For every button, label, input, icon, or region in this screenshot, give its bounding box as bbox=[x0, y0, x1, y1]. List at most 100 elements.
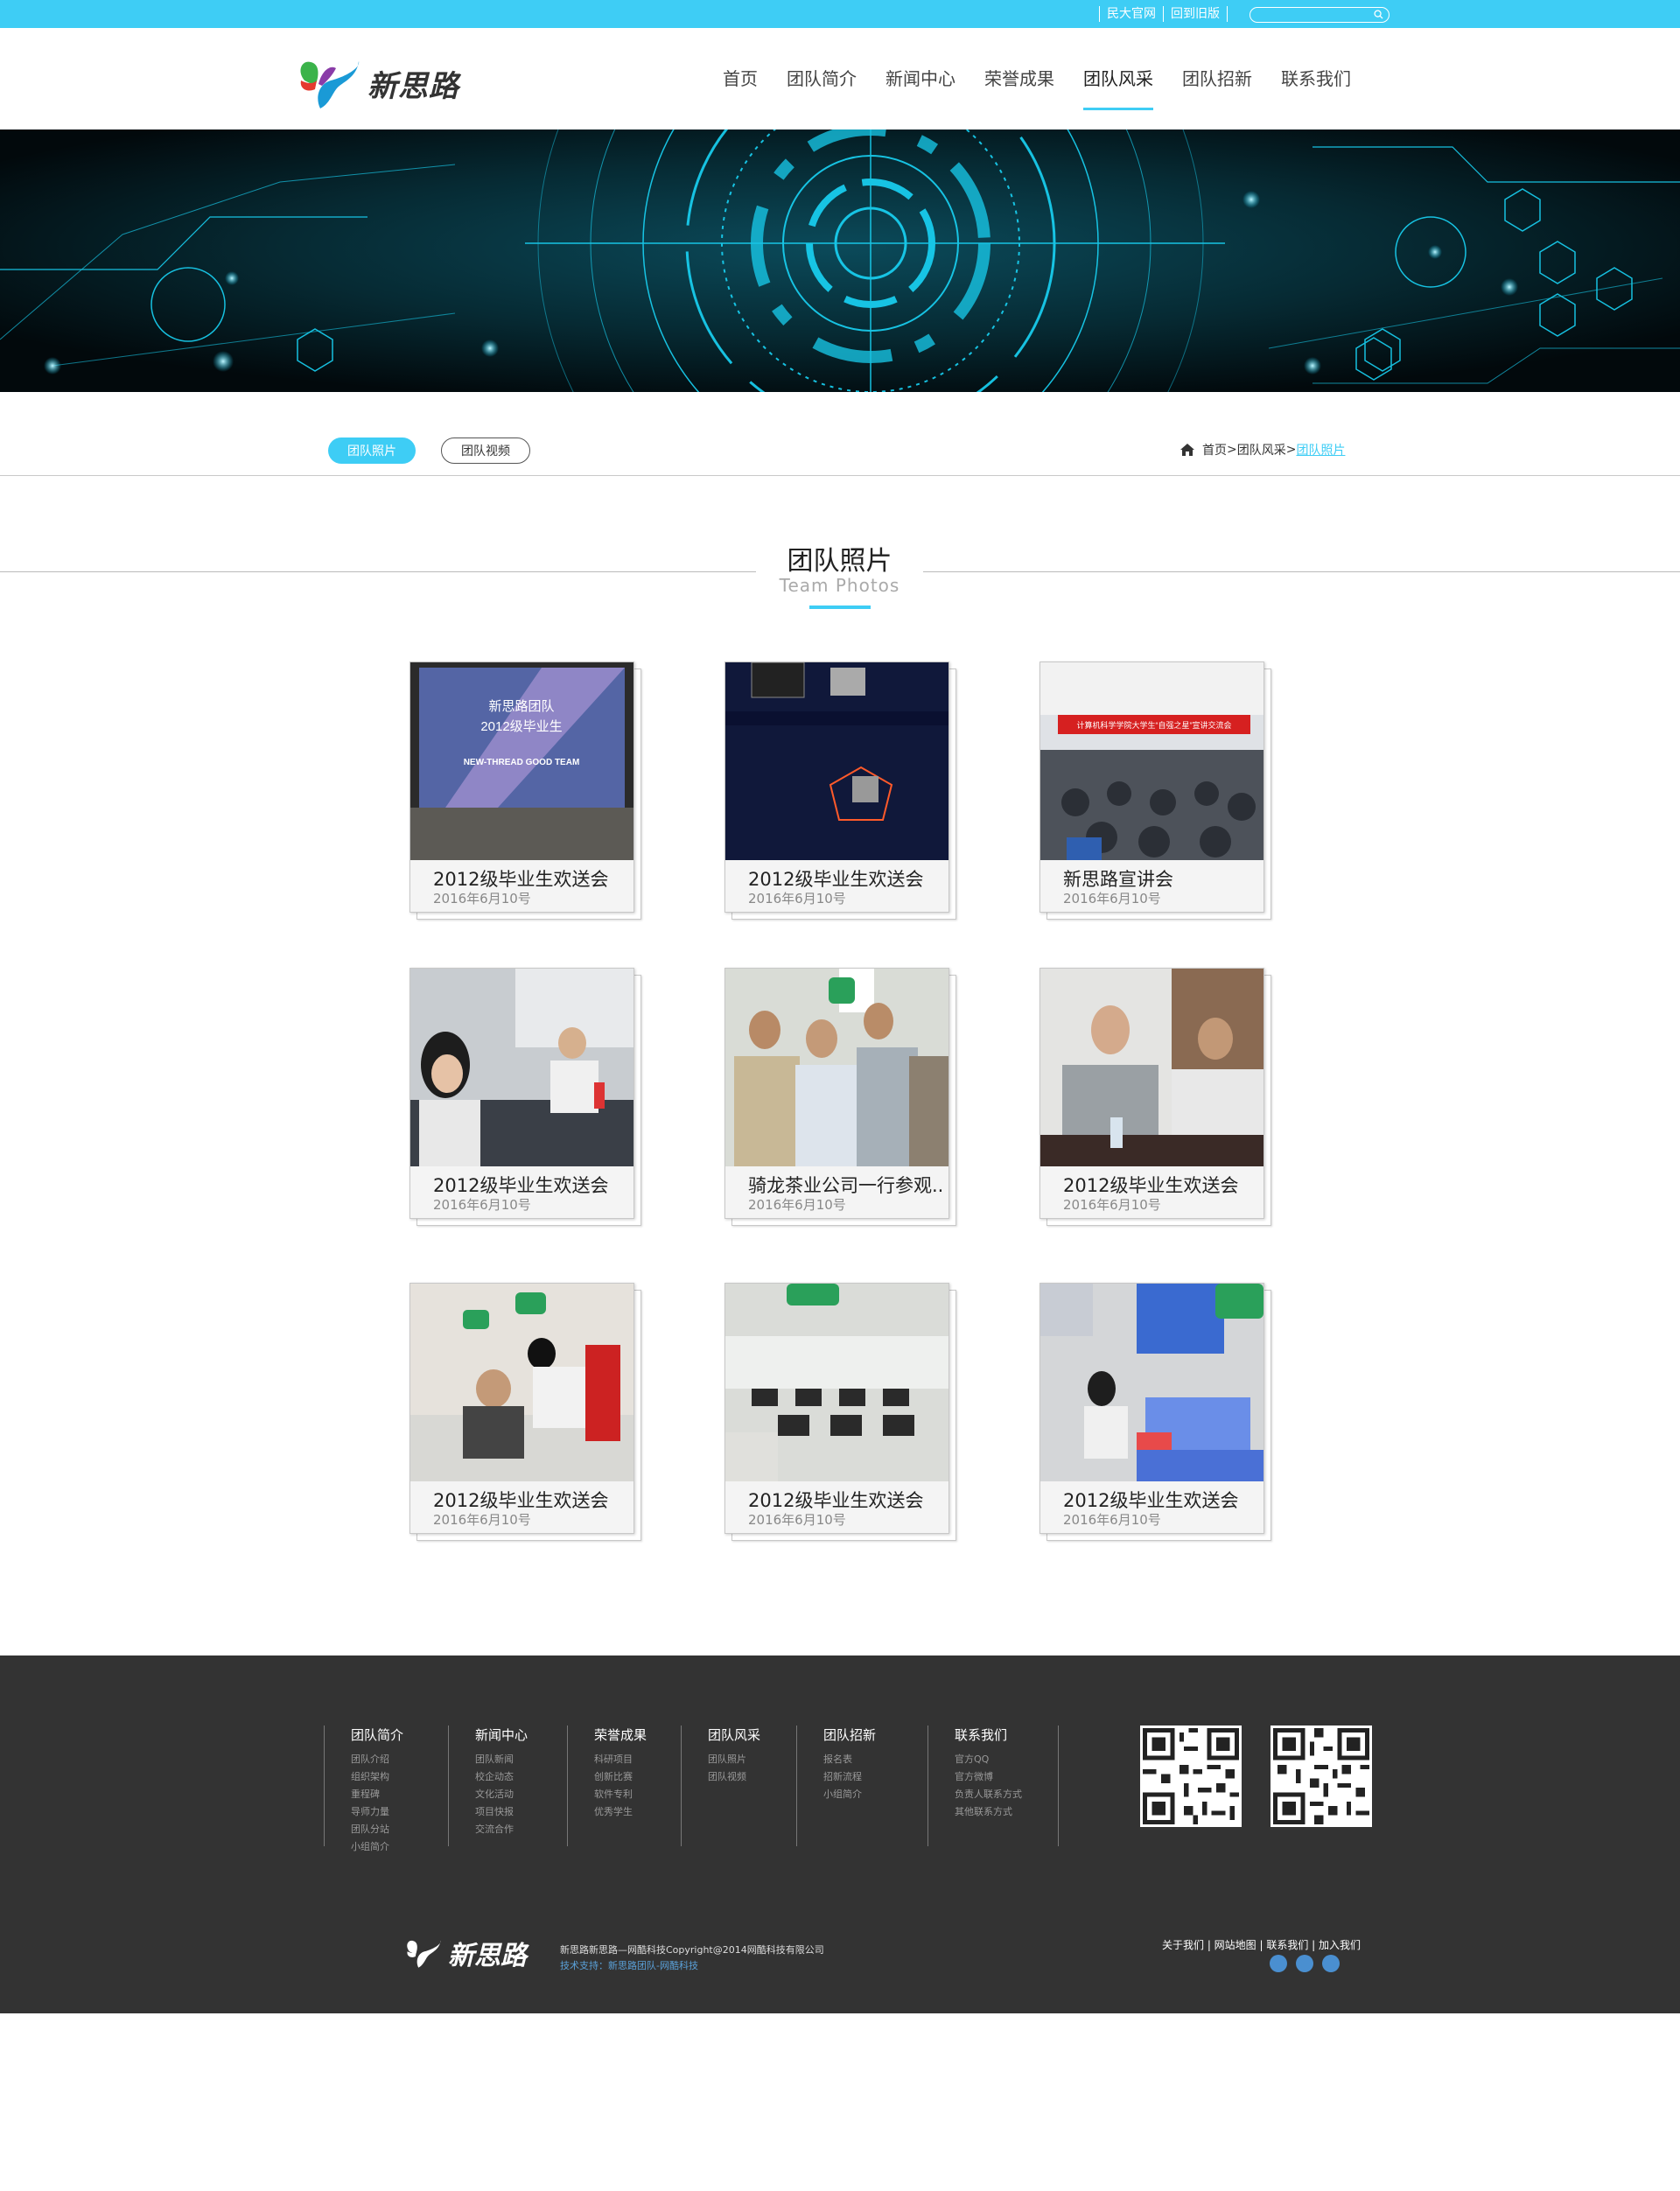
footer-logo[interactable]: 新思路 bbox=[404, 1934, 527, 1972]
social-icons bbox=[1270, 1955, 1340, 1972]
footer-link[interactable]: 软件专利 bbox=[594, 1786, 681, 1803]
search-icon[interactable] bbox=[1374, 10, 1383, 19]
photo-image[interactable] bbox=[1040, 969, 1264, 1166]
footer-link[interactable]: 招新流程 bbox=[823, 1768, 928, 1786]
footer-link[interactable]: 其他联系方式 bbox=[955, 1803, 1058, 1821]
photo-image[interactable]: 新思路团队 2012级毕业生 NEW-THREAD GOOD TEAM bbox=[410, 662, 634, 860]
photo-image[interactable] bbox=[725, 1284, 948, 1481]
footer-link[interactable]: 官方QQ bbox=[955, 1751, 1058, 1768]
footer-link[interactable]: 重程碑 bbox=[351, 1786, 448, 1803]
divider bbox=[923, 571, 1680, 572]
card-front: 计算机科学学院大学生“自强之星”宣讲交流会 新思路宣讲会 2016年6月10号 bbox=[1040, 662, 1264, 913]
photo-date: 2016年6月10号 bbox=[433, 891, 531, 906]
photo-image[interactable]: 计算机科学学院大学生“自强之星”宣讲交流会 bbox=[1040, 662, 1264, 860]
nav-news[interactable]: 新闻中心 bbox=[886, 28, 956, 130]
photo-card[interactable]: 2012级毕业生欢送会 2016年6月10号 bbox=[724, 662, 956, 920]
top-links: 民大官网 回到旧版 bbox=[1099, 0, 1242, 28]
nav-recruit[interactable]: 团队招新 bbox=[1182, 28, 1252, 130]
footer-column-title[interactable]: 新闻中心 bbox=[475, 1726, 567, 1744]
slide-line-2: 2012级毕业生 bbox=[480, 719, 562, 734]
footer-link[interactable]: 官方微博 bbox=[955, 1768, 1058, 1786]
footer-link[interactable]: 小组简介 bbox=[823, 1786, 928, 1803]
footer-link[interactable]: 文化活动 bbox=[475, 1786, 567, 1803]
footer-link[interactable]: 负责人联系方式 bbox=[955, 1786, 1058, 1803]
footer-link[interactable]: 小组简介 bbox=[351, 1838, 448, 1856]
photo-card[interactable]: 骑龙茶业公司一行参观.. 2016年6月10号 bbox=[724, 968, 956, 1226]
photo-card[interactable]: 2012级毕业生欢送会 2016年6月10号 bbox=[1040, 968, 1271, 1226]
nav-honors[interactable]: 荣誉成果 bbox=[984, 28, 1054, 130]
footer-link[interactable]: 校企动态 bbox=[475, 1768, 567, 1786]
footer-link[interactable]: 团队新闻 bbox=[475, 1751, 567, 1768]
photo-card[interactable]: 2012级毕业生欢送会 2016年6月10号 bbox=[724, 1283, 956, 1541]
search-box[interactable] bbox=[1250, 7, 1390, 25]
photo-image[interactable] bbox=[410, 969, 634, 1166]
photo-card[interactable]: 2012级毕业生欢送会 2016年6月10号 bbox=[1040, 1283, 1271, 1541]
home-icon bbox=[1180, 444, 1194, 456]
photo-date: 2016年6月10号 bbox=[748, 891, 846, 906]
weibo-icon[interactable] bbox=[1270, 1955, 1287, 1972]
site-footer: 团队简介 团队介绍 组织架构 重程碑 导师力量 团队分站 小组简介 新闻中心 团… bbox=[0, 1656, 1680, 2013]
tab-team-videos[interactable]: 团队视频 bbox=[441, 438, 530, 464]
footer-bottom-links[interactable]: 关于我们 | 网站地图 | 联系我们 | 加入我们 bbox=[1162, 1937, 1361, 1952]
photo-caption[interactable]: 2012级毕业生欢送会 bbox=[433, 1172, 608, 1198]
footer-link[interactable]: 团队介绍 bbox=[351, 1751, 448, 1768]
breadcrumb-section[interactable]: 团队风采 bbox=[1237, 441, 1286, 458]
footer-column-honors: 荣誉成果 科研项目 创新比赛 软件专利 优秀学生 bbox=[567, 1726, 681, 1846]
divider bbox=[0, 571, 756, 572]
nav-team-style[interactable]: 团队风采 bbox=[1083, 28, 1153, 130]
photo-image[interactable] bbox=[1040, 1284, 1264, 1481]
photo-caption[interactable]: 2012级毕业生欢送会 bbox=[433, 865, 608, 892]
photo-image[interactable] bbox=[410, 1284, 634, 1481]
footer-column-title[interactable]: 团队招新 bbox=[823, 1726, 928, 1744]
photo-caption[interactable]: 2012级毕业生欢送会 bbox=[748, 865, 923, 892]
footer-column-recruit: 团队招新 报名表 招新流程 小组简介 bbox=[796, 1726, 928, 1846]
footer-link[interactable]: 科研项目 bbox=[594, 1751, 681, 1768]
photo-caption[interactable]: 2012级毕业生欢送会 bbox=[1063, 1172, 1238, 1198]
footer-link[interactable]: 组织架构 bbox=[351, 1768, 448, 1786]
nav-contact[interactable]: 联系我们 bbox=[1281, 28, 1351, 130]
event-banner-text: 计算机科学学院大学生“自强之星”宣讲交流会 bbox=[1077, 720, 1232, 730]
footer-column-title[interactable]: 团队风采 bbox=[708, 1726, 796, 1744]
card-front: 新思路团队 2012级毕业生 NEW-THREAD GOOD TEAM 2012… bbox=[410, 662, 634, 913]
divider bbox=[1227, 6, 1228, 22]
footer-link[interactable]: 导师力量 bbox=[351, 1803, 448, 1821]
photo-image[interactable] bbox=[725, 662, 948, 860]
photo-caption[interactable]: 骑龙茶业公司一行参观.. bbox=[748, 1172, 943, 1198]
footer-link[interactable]: 团队照片 bbox=[708, 1751, 796, 1768]
top-link-official[interactable]: 民大官网 bbox=[1099, 6, 1163, 22]
breadcrumb-home[interactable]: 首页 bbox=[1202, 441, 1227, 458]
tab-team-photos[interactable]: 团队照片 bbox=[328, 438, 416, 464]
site-logo[interactable]: 新思路 bbox=[296, 54, 459, 112]
photo-caption[interactable]: 2012级毕业生欢送会 bbox=[433, 1487, 608, 1513]
top-link-old-version[interactable]: 回到旧版 bbox=[1163, 6, 1227, 22]
photo-card[interactable]: 2012级毕业生欢送会 2016年6月10号 bbox=[410, 968, 641, 1226]
wechat-icon[interactable] bbox=[1322, 1955, 1340, 1972]
photo-image[interactable] bbox=[725, 969, 948, 1166]
photo-caption[interactable]: 2012级毕业生欢送会 bbox=[748, 1487, 923, 1513]
photo-caption[interactable]: 2012级毕业生欢送会 bbox=[1063, 1487, 1238, 1513]
qq-icon[interactable] bbox=[1296, 1955, 1313, 1972]
tech-support-text[interactable]: 技术支持：新思路团队-网酷科技 bbox=[560, 1958, 698, 1972]
photo-date: 2016年6月10号 bbox=[433, 1512, 531, 1528]
photo-card[interactable]: 计算机科学学院大学生“自强之星”宣讲交流会 新思路宣讲会 2016年6月10号 bbox=[1040, 662, 1271, 920]
footer-link[interactable]: 报名表 bbox=[823, 1751, 928, 1768]
photo-card[interactable]: 新思路团队 2012级毕业生 NEW-THREAD GOOD TEAM 2012… bbox=[410, 662, 641, 920]
footer-column-title[interactable]: 荣誉成果 bbox=[594, 1726, 681, 1744]
footer-link[interactable]: 优秀学生 bbox=[594, 1803, 681, 1821]
footer-column-title[interactable]: 团队简介 bbox=[351, 1726, 448, 1744]
search-input[interactable] bbox=[1257, 11, 1371, 25]
footer-link[interactable]: 创新比赛 bbox=[594, 1768, 681, 1786]
section-underline bbox=[809, 606, 871, 609]
nav-home[interactable]: 首页 bbox=[723, 28, 758, 130]
qr-code-icon bbox=[1270, 1726, 1372, 1827]
qr-code-icon bbox=[1140, 1726, 1242, 1827]
footer-link[interactable]: 团队视频 bbox=[708, 1768, 796, 1786]
breadcrumb-current: 团队照片 bbox=[1296, 444, 1346, 458]
footer-column-title[interactable]: 联系我们 bbox=[955, 1726, 1058, 1744]
footer-link[interactable]: 团队分站 bbox=[351, 1821, 448, 1838]
footer-link[interactable]: 交流合作 bbox=[475, 1821, 567, 1838]
photo-caption[interactable]: 新思路宣讲会 bbox=[1063, 865, 1173, 892]
footer-link[interactable]: 项目快报 bbox=[475, 1803, 567, 1821]
nav-team-intro[interactable]: 团队简介 bbox=[787, 28, 857, 130]
photo-card[interactable]: 2012级毕业生欢送会 2016年6月10号 bbox=[410, 1283, 641, 1541]
